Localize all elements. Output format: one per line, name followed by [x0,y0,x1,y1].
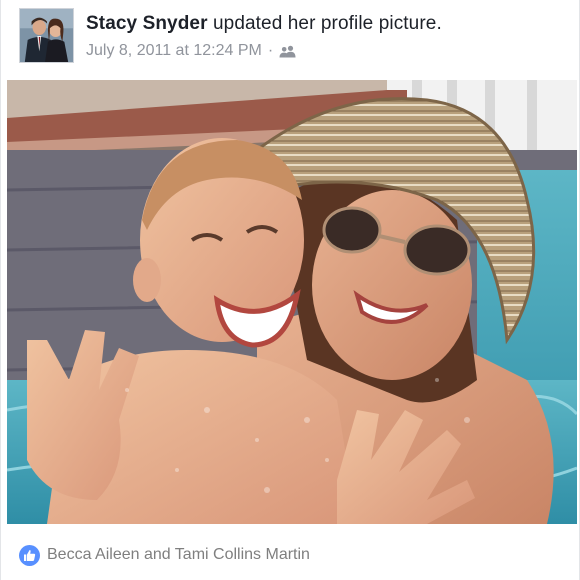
reactors-text[interactable]: Becca Aileen and Tami Collins Martin [47,546,310,564]
story-meta: July 8, 2011 at 12:24 PM · [86,42,296,60]
story-title: Stacy Snyder updated her profile picture… [86,13,442,35]
author-name-link[interactable]: Stacy Snyder [86,13,208,34]
friends-icon[interactable] [279,45,296,58]
reactions-bar: Becca Aileen and Tami Collins Martin [19,543,569,567]
author-avatar[interactable] [19,8,74,63]
story-action-text: updated her profile picture. [212,13,442,34]
story-header: Stacy Snyder updated her profile picture… [19,8,569,68]
profile-photo[interactable] [7,80,577,524]
like-icon[interactable] [19,544,40,566]
feed-story: Stacy Snyder updated her profile picture… [0,0,580,580]
meta-separator: · [267,42,274,59]
photo-image [7,80,577,524]
avatar-image [20,9,73,62]
timestamp-link[interactable]: July 8, 2011 at 12:24 PM [86,42,262,60]
